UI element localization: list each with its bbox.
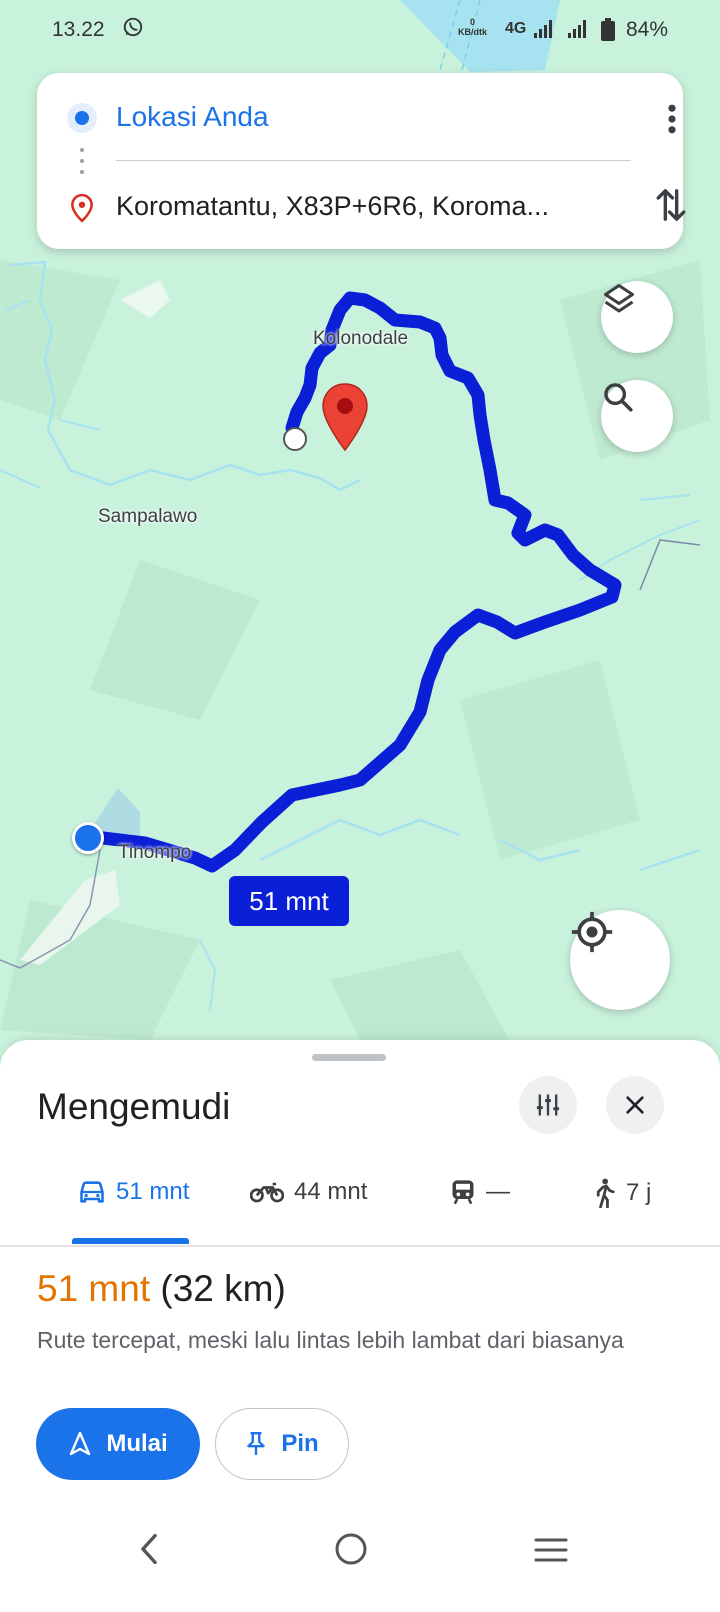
recenter-button[interactable] bbox=[570, 910, 670, 1010]
motorcycle-icon bbox=[250, 1182, 284, 1203]
destination-pin-icon[interactable] bbox=[320, 382, 370, 452]
tab-transit-label: — bbox=[486, 1178, 510, 1205]
tab-motorcycle[interactable]: 44 mnt bbox=[250, 1178, 367, 1206]
layers-icon bbox=[604, 284, 634, 313]
search-icon bbox=[604, 383, 633, 412]
network-speed-value: 0 bbox=[469, 17, 475, 27]
active-tab-indicator bbox=[72, 1238, 189, 1244]
tab-motorcycle-label: 44 mnt bbox=[294, 1178, 368, 1205]
travel-mode-tabs: 51 mnt 44 mnt — 7 j bbox=[0, 1160, 720, 1246]
pin-icon bbox=[247, 1431, 266, 1455]
route-duration: 51 mnt bbox=[37, 1268, 151, 1309]
card-divider bbox=[116, 160, 631, 161]
map-label-kolonodale: Kolonodale bbox=[313, 328, 409, 349]
status-bar: 13.22 0 KB/dtk 4G 84% bbox=[0, 0, 720, 62]
battery-icon bbox=[601, 18, 615, 41]
pin-route-button[interactable]: Pin bbox=[215, 1408, 349, 1480]
signal-icon bbox=[568, 20, 586, 38]
network-speed-unit: KB/dtk bbox=[458, 27, 487, 37]
tune-icon bbox=[536, 1094, 560, 1116]
route-distance: (32 km) bbox=[160, 1268, 286, 1309]
origin-dot-icon bbox=[67, 103, 97, 133]
signal-icon bbox=[534, 20, 552, 38]
transit-icon bbox=[452, 1180, 474, 1205]
home-icon[interactable] bbox=[334, 1532, 368, 1566]
destination-pin-icon bbox=[71, 193, 93, 223]
whatsapp-icon bbox=[123, 17, 143, 37]
network-speed: 0 KB/dtk bbox=[458, 17, 487, 37]
pin-button-label: Pin bbox=[281, 1430, 319, 1457]
close-icon bbox=[626, 1096, 644, 1114]
sheet-drag-handle[interactable] bbox=[312, 1054, 386, 1061]
map-label-tinompo: Tinompo bbox=[118, 842, 192, 863]
route-description: Rute tercepat, meski lalu lintas lebih l… bbox=[37, 1327, 624, 1353]
route-end-marker bbox=[283, 427, 307, 451]
system-nav-bar bbox=[0, 1510, 720, 1610]
route-connector bbox=[80, 148, 84, 178]
route-options-button[interactable] bbox=[519, 1076, 577, 1134]
route-summary: 51 mnt (32 km) bbox=[37, 1268, 286, 1310]
map-label-sampalawo: Sampalawo bbox=[98, 506, 198, 527]
close-button[interactable] bbox=[606, 1076, 664, 1134]
route-card: Lokasi Anda Koromatantu, X83P+6R6, Korom… bbox=[37, 73, 686, 249]
tab-driving-label: 51 mnt bbox=[116, 1178, 190, 1205]
status-time: 13.22 bbox=[52, 18, 105, 41]
directions-sheet: Mengemudi 51 mnt 44 mnt — 7 j 51 mnt (32… bbox=[0, 1040, 720, 1612]
walk-icon bbox=[596, 1178, 615, 1208]
battery-percent: 84% bbox=[626, 18, 669, 41]
route-eta-badge[interactable]: 51 mnt bbox=[229, 876, 349, 926]
tab-walking[interactable]: 7 j bbox=[592, 1178, 651, 1208]
car-icon bbox=[80, 1181, 104, 1203]
layers-button[interactable] bbox=[601, 281, 673, 353]
sheet-title: Mengemudi bbox=[37, 1086, 231, 1127]
recents-menu-icon[interactable] bbox=[534, 1536, 568, 1564]
my-location-icon bbox=[571, 911, 613, 953]
navigation-arrow-icon bbox=[70, 1431, 91, 1456]
start-navigation-button[interactable]: Mulai bbox=[36, 1408, 200, 1480]
destination-field[interactable]: Koromatantu, X83P+6R6, Koroma... bbox=[116, 191, 586, 222]
start-button-label: Mulai bbox=[106, 1430, 168, 1457]
back-icon[interactable] bbox=[136, 1532, 162, 1566]
search-along-route-button[interactable] bbox=[601, 380, 673, 452]
tab-transit[interactable]: — bbox=[450, 1178, 510, 1206]
current-location-marker bbox=[72, 822, 104, 854]
tab-driving[interactable]: 51 mnt bbox=[78, 1178, 189, 1206]
network-type: 4G bbox=[505, 20, 527, 37]
more-options-icon[interactable] bbox=[657, 101, 687, 137]
tabs-divider bbox=[0, 1245, 720, 1247]
tab-walking-label: 7 j bbox=[626, 1179, 652, 1206]
origin-field[interactable]: Lokasi Anda bbox=[116, 101, 269, 133]
swap-directions-icon[interactable] bbox=[654, 185, 688, 225]
